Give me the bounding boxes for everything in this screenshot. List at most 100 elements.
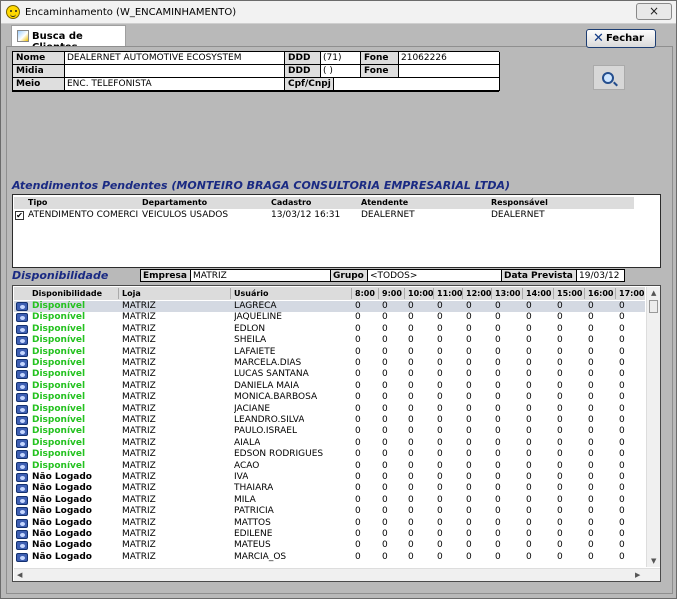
availability-row[interactable]: Disponível MATRIZ PAULO.ISRAEL 0 0 0 0 0 0 0 0 0 0 (14, 426, 645, 437)
hour-slot-value: 0 (382, 312, 388, 323)
availability-row[interactable]: Não Logado MATRIZ MARCIA_OS 0 0 0 0 0 0 0 0 0 0 (14, 552, 645, 563)
user-status-icon[interactable] (16, 336, 28, 346)
empresa-field[interactable]: MATRIZ (190, 269, 333, 282)
user-status-icon[interactable] (16, 302, 28, 311)
availability-row[interactable]: Disponível MATRIZ EDSON RODRIGUES 0 0 0 0 0 0 0 0 0… (14, 449, 645, 460)
ddd-field-2[interactable]: ( ) (321, 65, 361, 78)
user-status-icon[interactable] (16, 450, 28, 460)
ddd-field-1[interactable]: (71) (321, 52, 361, 65)
user-status-icon[interactable] (16, 359, 28, 368)
availability-loja: MATRIZ (122, 323, 156, 334)
availability-row[interactable]: Não Logado MATRIZ THAIARA 0 0 0 0 0 0 0 0 0 0 (14, 483, 645, 494)
hour-slot-value: 0 (382, 517, 388, 528)
availability-row[interactable]: Disponível MATRIZ MARCELA.DIAS 0 0 0 0 0 0 0 0 0 0 (14, 358, 645, 369)
user-status-icon[interactable] (16, 404, 28, 414)
cpf-cnpj-field[interactable] (334, 78, 500, 91)
user-status-icon[interactable] (16, 416, 28, 425)
availability-row[interactable]: Disponível MATRIZ LEANDRO.SILVA 0 0 0 0 0 0 0 0 0 0 (14, 415, 645, 426)
availability-row[interactable]: Disponível MATRIZ JAQUELINE 0 0 0 0 0 0 0 0 0 0 (14, 312, 645, 323)
hour-slot-value: 0 (466, 483, 472, 494)
availability-row[interactable]: Não Logado MATRIZ MATTOS 0 0 0 0 0 0 0 0 0 0 (14, 518, 645, 529)
user-status-icon[interactable] (16, 484, 28, 494)
midia-field[interactable] (65, 65, 285, 78)
availability-loja: MATRIZ (122, 403, 156, 414)
user-status-icon[interactable] (16, 473, 28, 482)
tab-busca-clientes[interactable]: Busca de Clientes (11, 25, 126, 53)
availability-row[interactable]: Disponível MATRIZ LUCAS SANTANA 0 0 0 0 0 0 0 0 0 0 (14, 369, 645, 380)
availability-status: Disponível (32, 403, 86, 414)
availability-row[interactable]: Não Logado MATRIZ MATEUS 0 0 0 0 0 0 0 0 0 0 (14, 540, 645, 551)
availability-row[interactable]: Não Logado MATRIZ IVA 0 0 0 0 0 0 0 0 0 0 (14, 472, 645, 483)
user-status-icon[interactable] (16, 552, 28, 562)
vertical-scrollbar[interactable]: ▲ ▼ (646, 287, 660, 567)
availability-usuario: MILA (234, 494, 256, 505)
hour-slot-value: 0 (408, 517, 414, 528)
pending-col-atendente: Atendente (361, 198, 409, 207)
user-status-icon[interactable] (16, 347, 28, 357)
scroll-left-icon[interactable]: ◀ (17, 571, 22, 579)
hour-slot-value: 0 (588, 415, 594, 425)
col-separator (615, 288, 616, 299)
availability-loja: MATRIZ (122, 312, 156, 323)
hour-slot-value: 0 (437, 403, 443, 414)
availability-status: Não Logado (32, 472, 92, 482)
user-status-icon[interactable] (16, 507, 28, 517)
user-status-icon[interactable] (16, 530, 28, 539)
user-status-icon[interactable] (16, 381, 28, 391)
user-status-icon[interactable] (16, 541, 28, 551)
grupo-field[interactable]: <TODOS> (367, 269, 502, 282)
availability-row[interactable]: Não Logado MATRIZ MILA 0 0 0 0 0 0 0 0 0 0 (14, 495, 645, 506)
hour-slot-value: 0 (588, 551, 594, 562)
scroll-right-icon[interactable]: ▶ (635, 571, 640, 579)
availability-row[interactable]: Disponível MATRIZ SHEILA 0 0 0 0 0 0 0 0 0 0 (14, 335, 645, 346)
hour-slot-value: 0 (526, 551, 532, 562)
hour-slot-value: 0 (355, 540, 361, 551)
close-window-button[interactable]: × (636, 3, 672, 20)
hour-slot-value: 0 (408, 494, 414, 505)
user-status-icon[interactable] (16, 518, 28, 528)
hour-slot-value: 0 (408, 301, 414, 311)
hour-slot-value: 0 (557, 335, 563, 346)
hour-slot-value: 0 (588, 494, 594, 505)
pending-check[interactable]: ✔ (15, 211, 24, 220)
col-separator (351, 288, 352, 299)
pending-row[interactable]: ✔ ATENDIMENTO COMERCI VEICULOS USADOS 13… (14, 210, 634, 222)
user-status-icon[interactable] (16, 324, 28, 334)
scroll-up-icon[interactable]: ▲ (651, 289, 656, 297)
fechar-button[interactable]: ✕ Fechar (586, 29, 656, 48)
availability-row[interactable]: Não Logado MATRIZ EDILENE 0 0 0 0 0 0 0 0 0 0 (14, 529, 645, 540)
availability-loja: MATRIZ (122, 335, 156, 346)
horizontal-scrollbar[interactable]: ◀ ▶ (14, 568, 660, 581)
user-status-icon[interactable] (16, 495, 28, 505)
availability-row[interactable]: Não Logado MATRIZ PATRÍCIA 0 0 0 0 0 0 0 0 0 0 (14, 506, 645, 517)
user-status-icon[interactable] (16, 438, 28, 448)
hour-slot-value: 0 (408, 335, 414, 346)
meio-field[interactable]: ENC. TELEFONISTA (65, 78, 285, 91)
hour-slot-value: 0 (619, 460, 625, 471)
availability-row[interactable]: Disponível MATRIZ EDLON 0 0 0 0 0 0 0 0 0 0 (14, 324, 645, 335)
scroll-down-icon[interactable]: ▼ (651, 557, 656, 565)
user-status-icon[interactable] (16, 393, 28, 403)
user-status-icon[interactable] (16, 461, 28, 471)
availability-row[interactable]: Disponível MATRIZ DANIELA MAIA 0 0 0 0 0 0 0 0 0 0 (14, 381, 645, 392)
nome-field[interactable]: DEALERNET AUTOMOTIVE ECOSYSTEM (65, 52, 285, 65)
fone-field-2[interactable] (399, 65, 500, 78)
availability-row[interactable]: Disponível MATRIZ JACIANE 0 0 0 0 0 0 0 0 0 0 (14, 404, 645, 415)
user-status-icon[interactable] (16, 427, 28, 437)
data-prevista-field[interactable]: 19/03/12 (576, 269, 625, 282)
user-status-icon[interactable] (16, 370, 28, 380)
availability-row[interactable]: Disponível MATRIZ LAFAIETE 0 0 0 0 0 0 0 0 0 0 (14, 347, 645, 358)
hour-slot-value: 0 (466, 335, 472, 346)
search-client-button[interactable] (593, 65, 625, 90)
vertical-scroll-thumb[interactable] (649, 300, 658, 313)
availability-row[interactable]: Disponível MATRIZ AIALA 0 0 0 0 0 0 0 0 0 0 (14, 438, 645, 449)
hour-slot-value: 0 (619, 415, 625, 425)
availability-row[interactable]: Disponível MATRIZ ACAO 0 0 0 0 0 0 0 0 0 0 (14, 461, 645, 472)
availability-row[interactable]: Disponível MATRIZ LAGRECA 0 0 0 0 0 0 0 0 0 0 (14, 301, 645, 313)
hour-slot-value: 0 (495, 346, 501, 357)
hour-slot-value: 0 (466, 472, 472, 482)
availability-row[interactable]: Disponível MATRIZ MÔNICA.BARBOSA 0 0 0 0 0 0 0 0 0 0 (14, 392, 645, 403)
user-status-icon[interactable] (16, 313, 28, 323)
fone-field-1[interactable]: 21062226 (399, 52, 500, 65)
hour-slot-value: 0 (557, 460, 563, 471)
